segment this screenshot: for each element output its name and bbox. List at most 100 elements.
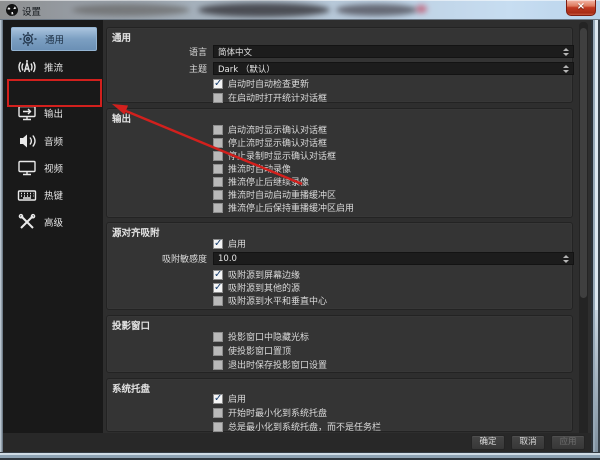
checkbox-open-stats-on-startup[interactable] [213,93,223,103]
theme-label: 主题 [107,62,207,75]
checkbox-record-when-streaming[interactable] [213,164,223,174]
apply-button[interactable]: 应用 [551,435,585,450]
theme-value: Dark （默认） [218,63,275,75]
sidebar-item-label: 高级 [44,215,63,229]
monitor-icon [14,159,39,177]
window-border-bottom [0,452,600,460]
scrollbar-thumb[interactable] [580,28,587,298]
settings-sidebar: 通用 推流 输出 音频 [3,20,103,433]
checkbox-auto-check-updates[interactable] [213,79,223,89]
vertical-scrollbar[interactable] [579,22,588,448]
sidebar-item-hotkeys[interactable]: 热键 [11,184,97,206]
check-row: 退出时保存投影窗口设置 [213,359,327,370]
check-row: 总是最小化到系统托盘，而不是任务栏 [213,421,381,432]
checkbox-confirm-start-stream[interactable] [213,125,223,135]
theme-select[interactable]: Dark （默认） [213,62,574,75]
titlebar: 设置 × [0,0,600,20]
obs-logo-icon [6,4,18,16]
group-title: 通用 [112,30,131,44]
sidebar-item-stream[interactable]: 推流 [11,56,97,78]
check-row: 吸附源到屏幕边缘 [213,269,300,280]
dropdown-spinner-icon [563,48,569,56]
group-general: 通用 语言 简体中文 主题 Dark （默认） [106,27,573,103]
checkbox-save-projector-on-exit[interactable] [213,360,223,370]
check-row: 吸附源到水平和垂直中心 [213,295,327,306]
sidebar-item-label: 通用 [45,32,64,46]
group-snapping: 源对齐吸附 启用 吸附敏感度 10.0 吸附源到屏幕边缘 [106,222,573,310]
gear-icon [15,30,40,48]
check-row: 推流停止后继续录像 [213,176,309,187]
group-title: 输出 [112,111,131,125]
dropdown-spinner-icon [563,65,569,73]
blurred-title-text [198,3,330,17]
check-row: 启动时自动检查更新 [213,78,309,89]
sidebar-item-label: 输出 [44,106,63,120]
checkbox-keep-recording-after-stream[interactable] [213,177,223,187]
antenna-icon [14,58,39,76]
check-row: 推流时自动启动重播缓冲区 [213,189,336,200]
window-title: 设置 [22,4,41,18]
snap-sensitivity-value: 10.0 [218,254,237,264]
checkbox-projector-always-on-top[interactable] [213,346,223,356]
check-row: 推流停止后保持重播缓冲区启用 [213,202,354,213]
group-tray: 系统托盘 启用 开始时最小化到系统托盘 总是最小化到系统托盘，而不是任务栏 [106,378,573,432]
sidebar-item-video[interactable]: 视频 [11,157,97,179]
group-title: 系统托盘 [112,381,150,395]
ok-button[interactable]: 确定 [471,435,505,450]
output-icon [14,104,39,122]
sidebar-item-label: 音频 [44,134,63,148]
settings-content: 通用 语言 简体中文 主题 Dark （默认） [103,20,591,433]
checkbox-confirm-stop-recording[interactable] [213,151,223,161]
snap-sensitivity-label: 吸附敏感度 [107,252,207,265]
checkbox-tray-enable[interactable] [213,394,223,404]
language-label: 语言 [107,45,207,58]
close-button[interactable]: × [566,0,596,16]
language-select[interactable]: 简体中文 [213,45,574,58]
check-row: 停止录制时显示确认对话框 [213,150,336,161]
checkbox-snap-to-other-sources[interactable] [213,283,223,293]
sidebar-item-general[interactable]: 通用 [11,27,97,51]
dialog-body: 通用 推流 输出 音频 [3,20,591,452]
check-row: 吸附源到其他的源 [213,282,300,293]
group-output: 输出 启动流时显示确认对话框 停止流时显示确认对话框 停止录制时显示确认对话框 … [106,108,573,218]
snap-sensitivity-input[interactable]: 10.0 [213,252,574,265]
check-row: 启用 [213,238,246,249]
keyboard-icon [14,186,39,204]
group-projector: 投影窗口 投影窗口中隐藏光标 使投影窗口置顶 退出时保存投影窗口设置 [106,315,573,373]
sidebar-item-audio[interactable]: 音频 [11,130,97,152]
check-row: 启用 [213,393,246,404]
check-row: 推流时自动录像 [213,163,291,174]
check-row: 启动流时显示确认对话框 [213,124,327,135]
checkbox-replay-buffer-while-streaming[interactable] [213,190,223,200]
sidebar-item-label: 热键 [44,188,63,202]
settings-window: 设置 × 通用 推流 输出 [0,0,600,460]
check-row: 使投影窗口置顶 [213,345,291,356]
check-row: 在启动时打开统计对话框 [213,92,327,103]
blurred-title-text [72,4,190,16]
sidebar-item-label: 视频 [44,161,63,175]
checkbox-snapping-enable[interactable] [213,239,223,249]
checkbox-minimize-to-tray-on-start[interactable] [213,408,223,418]
check-row: 开始时最小化到系统托盘 [213,407,327,418]
check-row: 停止流时显示确认对话框 [213,137,327,148]
blurred-title-dot [416,5,427,13]
checkbox-always-minimize-to-tray[interactable] [213,422,223,432]
blurred-title-text [336,4,418,16]
checkbox-keep-replay-buffer-after-stream[interactable] [213,203,223,213]
checkbox-snap-to-center[interactable] [213,296,223,306]
checkbox-confirm-stop-stream[interactable] [213,138,223,148]
number-spinner-icon [563,255,569,263]
button-bar: 确定 取消 应用 [3,433,591,452]
tools-icon [14,213,39,231]
check-row: 投影窗口中隐藏光标 [213,331,309,342]
sidebar-item-label: 推流 [44,60,63,74]
checkbox-snap-to-screen-edge[interactable] [213,270,223,280]
cancel-button[interactable]: 取消 [511,435,545,450]
group-title: 源对齐吸附 [112,225,160,239]
language-value: 简体中文 [218,46,252,58]
checkbox-hide-cursor-projector[interactable] [213,332,223,342]
window-border-right [591,20,600,460]
speaker-icon [14,132,39,150]
sidebar-item-output[interactable]: 输出 [11,102,97,124]
sidebar-item-advanced[interactable]: 高级 [11,211,97,233]
